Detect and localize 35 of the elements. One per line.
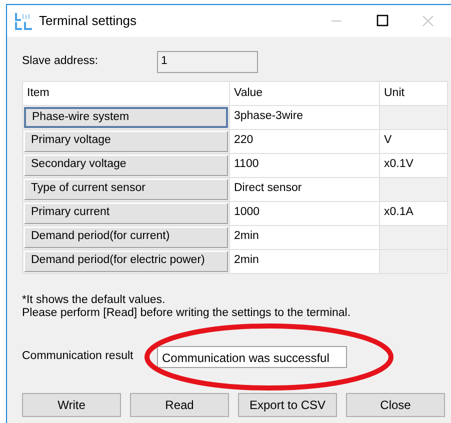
row-header[interactable]: Phase-wire system <box>24 106 228 128</box>
row-header[interactable]: Demand period(for electric power) <box>24 250 228 272</box>
dialog-button[interactable]: Close <box>346 392 445 416</box>
table-cell: x0.1V <box>384 158 414 170</box>
table-cell[interactable]: 2min <box>230 249 380 273</box>
dialog-button[interactable]: Write <box>22 392 121 416</box>
dialog-button[interactable]: Read <box>130 392 229 416</box>
maximize-icon <box>374 13 390 29</box>
row-header[interactable]: Demand period(for current) <box>24 226 228 248</box>
column-header: Item <box>22 82 230 105</box>
table-cell[interactable]: 2min <box>230 225 380 249</box>
table-cell: x0.1A <box>384 206 414 218</box>
row-header[interactable]: Type of current sensor <box>24 178 228 200</box>
table-cell: V <box>384 134 392 146</box>
slave-address-field[interactable]: 1 <box>157 51 258 73</box>
app-logo-icon <box>15 12 33 30</box>
table-cell[interactable]: 3phase-3wire <box>230 105 380 129</box>
column-header: Unit <box>380 82 448 105</box>
column-header: Value <box>230 82 380 105</box>
minimize-icon <box>330 20 342 22</box>
table-cell[interactable]: 220 <box>230 129 380 153</box>
window-title: Terminal settings <box>39 12 138 30</box>
table-cell[interactable]: 1100 <box>230 153 380 177</box>
field-label: Communication result <box>22 348 134 364</box>
close-icon <box>420 13 436 29</box>
note-text: *It shows the default values. <box>22 294 166 306</box>
row-header[interactable]: Primary current <box>24 202 228 224</box>
row-header[interactable]: Primary voltage <box>24 130 228 152</box>
result-field[interactable]: Communication was successful <box>157 346 347 368</box>
field-label: Slave address: <box>22 54 100 70</box>
dialog-button[interactable]: Export to CSV <box>238 392 337 416</box>
row-header[interactable]: Secondary voltage <box>24 154 228 176</box>
table-cell[interactable]: 1000 <box>230 201 380 225</box>
note-text: Please perform [Read] before writing the settings to the terminal. <box>22 306 352 320</box>
table-cell[interactable]: Direct sensor <box>230 177 380 201</box>
